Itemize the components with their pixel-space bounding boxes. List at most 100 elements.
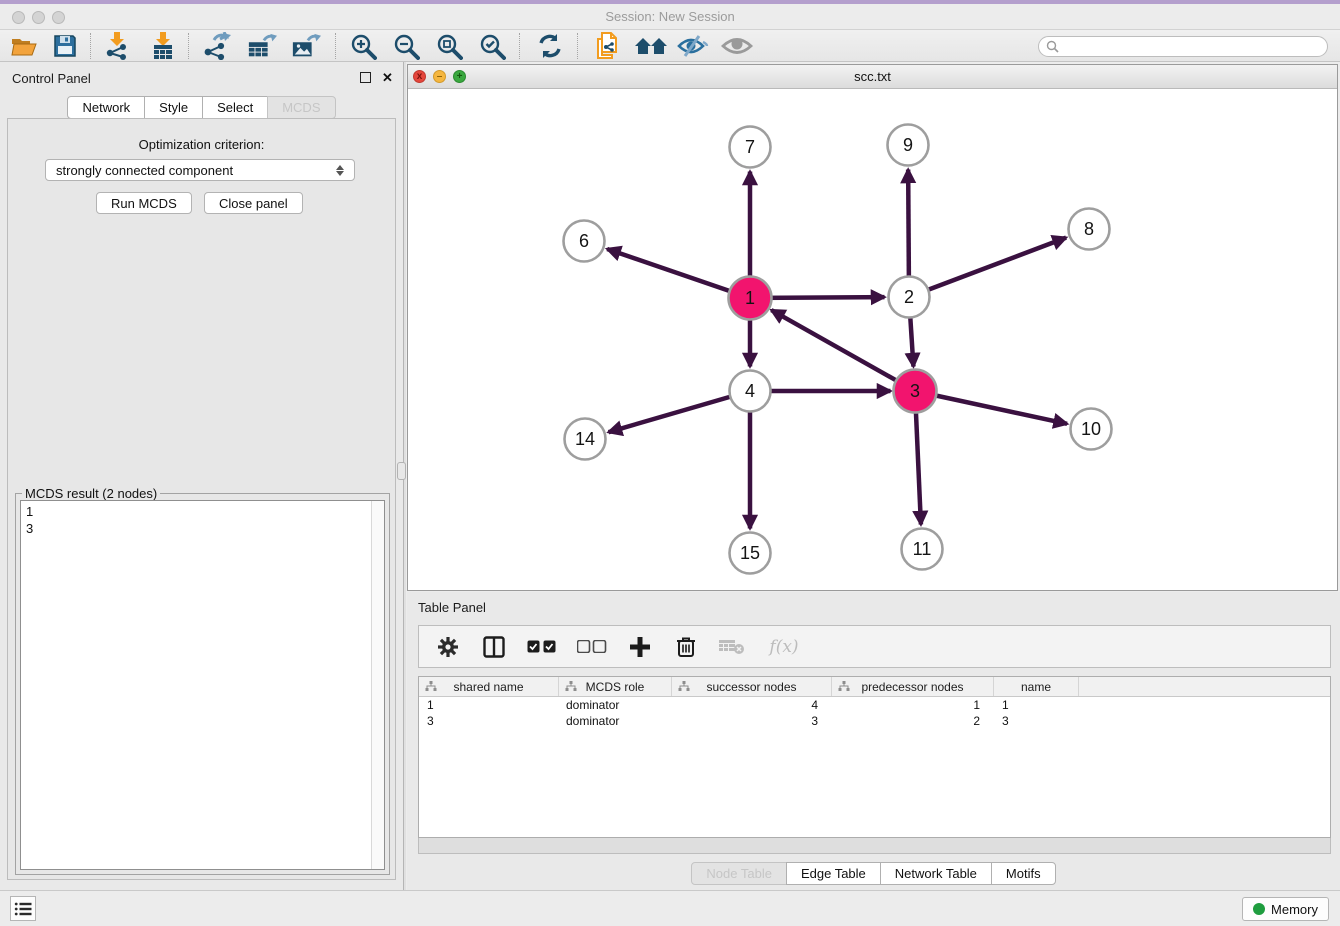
graph-edges[interactable] <box>607 169 1067 528</box>
control-panel-header: Control Panel ✕ <box>0 70 403 88</box>
unselect-all-columns-icon[interactable] <box>575 632 609 662</box>
tab-motifs[interactable]: Motifs <box>991 862 1056 885</box>
toolbar-separator <box>188 33 189 59</box>
cell-predecessor-nodes[interactable]: 1 <box>832 697 994 713</box>
tab-mcds[interactable]: MCDS <box>267 96 335 119</box>
export-network-icon[interactable] <box>202 32 232 60</box>
tab-node-table[interactable]: Node Table <box>691 862 787 885</box>
optimization-criterion-value: strongly connected component <box>56 163 233 178</box>
import-table-icon[interactable] <box>148 32 178 60</box>
zoom-in-icon[interactable] <box>348 32 378 60</box>
import-network-icon[interactable] <box>102 32 132 60</box>
refresh-icon[interactable] <box>535 32 565 60</box>
splitter-grip[interactable] <box>397 462 406 480</box>
table-horizontal-scrollbar[interactable] <box>418 838 1331 854</box>
node-table[interactable]: shared name MCDS role successor nodes pr… <box>418 676 1331 838</box>
tab-select[interactable]: Select <box>202 96 268 119</box>
mcds-result-area[interactable]: 13 <box>20 500 385 870</box>
cell-name[interactable]: 3 <box>994 713 1079 729</box>
cell-shared-name[interactable]: 3 <box>419 713 559 729</box>
add-column-icon[interactable] <box>625 632 655 662</box>
main-toolbar <box>0 30 1340 62</box>
zoom-out-icon[interactable] <box>391 32 421 60</box>
run-mcds-button[interactable]: Run MCDS <box>96 192 192 214</box>
application-window: Session: New Session <box>0 0 1340 926</box>
list-icon <box>14 901 32 917</box>
search-icon <box>1046 40 1059 53</box>
table-tabs: Node Table Edge Table Network Table Moti… <box>407 862 1340 885</box>
tab-network-table[interactable]: Network Table <box>880 862 992 885</box>
export-table-icon[interactable] <box>247 32 277 60</box>
column-type-icon <box>565 681 577 692</box>
cell-successor-nodes[interactable]: 4 <box>672 697 832 713</box>
mcds-result-group: MCDS result (2 nodes) 13 <box>15 493 390 875</box>
mcds-result-lines: 13 <box>26 503 368 537</box>
graph-edge-2-8[interactable] <box>909 238 1066 297</box>
column-type-icon <box>678 681 690 692</box>
close-panel-button[interactable]: Close panel <box>204 192 303 214</box>
close-panel-icon[interactable]: ✕ <box>382 72 393 83</box>
save-session-icon[interactable] <box>50 32 80 60</box>
column-header-successor-nodes[interactable]: successor nodes <box>672 677 832 696</box>
function-builder-icon[interactable]: f(x) <box>763 632 805 662</box>
export-image-icon[interactable] <box>291 32 321 60</box>
status-bar: Memory <box>0 890 1340 926</box>
network-canvas[interactable]: 7968124314101511 <box>408 89 1337 590</box>
graph-node-label-7: 7 <box>745 137 755 157</box>
cell-predecessor-nodes[interactable]: 2 <box>832 713 994 729</box>
search-input[interactable] <box>1063 39 1327 55</box>
column-header-shared-name[interactable]: shared name <box>419 677 559 696</box>
graph-node-label-15: 15 <box>740 543 760 563</box>
cell-mcds-role[interactable]: dominator <box>559 713 672 729</box>
column-header-mcds-role[interactable]: MCDS role <box>559 677 672 696</box>
hide-graphics-icon[interactable] <box>676 32 710 60</box>
tab-edge-table[interactable]: Edge Table <box>786 862 881 885</box>
show-graphics-icon[interactable] <box>720 32 754 60</box>
network-window-titlebar[interactable]: x – + scc.txt <box>408 65 1337 89</box>
column-header-name[interactable]: name <box>994 677 1079 696</box>
tab-network[interactable]: Network <box>67 96 145 119</box>
result-scrollbar[interactable] <box>371 501 384 869</box>
memory-button[interactable]: Memory <box>1242 897 1329 921</box>
zoom-selected-icon[interactable] <box>477 32 507 60</box>
node-table-header: shared name MCDS role successor nodes pr… <box>419 677 1330 697</box>
search-box[interactable] <box>1038 36 1328 57</box>
delete-columns-icon[interactable] <box>671 632 701 662</box>
network-graph[interactable]: 7968124314101511 <box>408 89 1337 590</box>
table-row[interactable]: 3 dominator 3 2 3 <box>419 713 1330 729</box>
graph-node-label-4: 4 <box>745 381 755 401</box>
table-row[interactable]: 1 dominator 4 1 1 <box>419 697 1330 713</box>
cell-mcds-role[interactable]: dominator <box>559 697 672 713</box>
cell-successor-nodes[interactable]: 3 <box>672 713 832 729</box>
duplicate-network-icon[interactable] <box>592 32 622 60</box>
toolbar-separator <box>519 33 520 59</box>
table-toolbar: f(x) <box>418 625 1331 668</box>
graph-node-label-10: 10 <box>1081 419 1101 439</box>
optimization-criterion-select[interactable]: strongly connected component <box>45 159 355 181</box>
float-panel-icon[interactable] <box>360 72 371 83</box>
graph-edge-3-1[interactable] <box>771 310 915 391</box>
zoom-fit-icon[interactable] <box>434 32 464 60</box>
task-history-button[interactable] <box>10 896 36 921</box>
home-view-icon[interactable] <box>633 32 669 60</box>
column-header-predecessor-nodes[interactable]: predecessor nodes <box>832 677 994 696</box>
memory-status-icon <box>1253 903 1265 915</box>
mcds-result-title: MCDS result (2 nodes) <box>22 486 160 501</box>
select-arrows-icon <box>336 165 344 176</box>
tab-style[interactable]: Style <box>144 96 203 119</box>
graph-edge-3-10[interactable] <box>915 391 1067 424</box>
graph-node-label-9: 9 <box>903 135 913 155</box>
graph-edge-4-14[interactable] <box>609 391 750 432</box>
cell-name[interactable]: 1 <box>994 697 1079 713</box>
graph-node-label-6: 6 <box>579 231 589 251</box>
table-settings-icon[interactable] <box>433 632 463 662</box>
window-title: Session: New Session <box>0 9 1340 24</box>
split-panel-icon[interactable] <box>479 632 509 662</box>
open-folder-icon[interactable] <box>9 32 39 60</box>
select-all-columns-icon[interactable] <box>525 632 559 662</box>
delete-table-icon[interactable] <box>717 632 747 662</box>
network-window-title: scc.txt <box>408 69 1337 84</box>
column-type-icon <box>425 681 437 692</box>
cell-shared-name[interactable]: 1 <box>419 697 559 713</box>
column-type-icon <box>838 681 850 692</box>
